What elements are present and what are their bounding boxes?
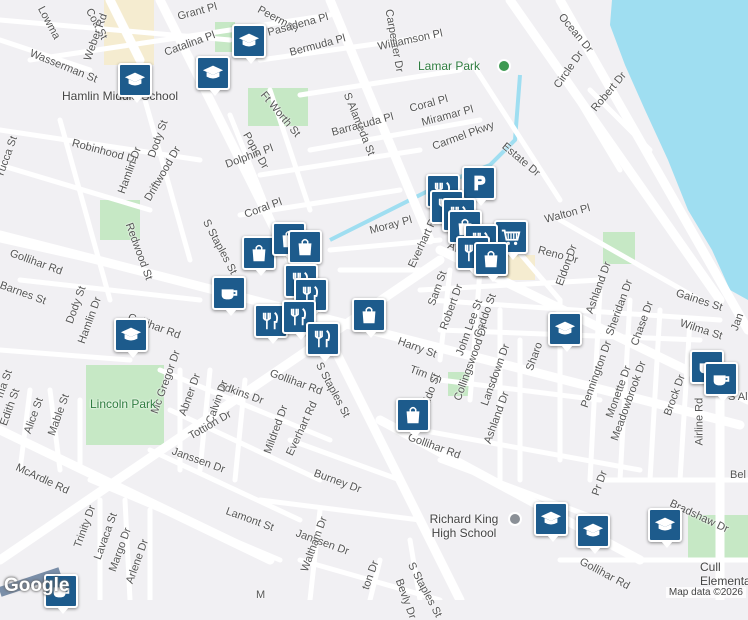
store-marker[interactable]	[242, 236, 276, 276]
school-icon	[582, 523, 604, 537]
school-icon	[202, 65, 224, 79]
cafe-marker[interactable]	[704, 362, 738, 402]
school-marker[interactable]	[534, 502, 568, 542]
coffee-cup-icon	[221, 289, 238, 300]
school-marker[interactable]	[232, 24, 266, 64]
restaurant-icon	[314, 330, 331, 348]
school-marker[interactable]	[576, 514, 610, 554]
school-marker[interactable]	[196, 56, 230, 96]
shopping-bag-icon	[406, 406, 420, 424]
school-icon	[554, 321, 576, 335]
school-icon	[120, 327, 142, 341]
shopping-bag-icon	[298, 238, 312, 256]
street-label: Airline Rd	[693, 397, 706, 446]
shopping-bag-icon	[362, 306, 376, 324]
store-marker[interactable]	[288, 230, 322, 270]
street-label: M	[256, 589, 266, 601]
street-label: Bel	[730, 469, 746, 481]
park-marker-icon[interactable]	[497, 59, 511, 73]
store-marker[interactable]	[352, 298, 386, 338]
school-label[interactable]: Cull Elementar	[700, 560, 748, 588]
park-label[interactable]: Lincoln Park	[90, 398, 156, 410]
store-marker[interactable]	[396, 398, 430, 438]
restaurant-marker[interactable]	[306, 322, 340, 362]
school-marker[interactable]	[114, 318, 148, 358]
school-marker[interactable]	[548, 312, 582, 352]
shopping-bag-icon	[484, 250, 498, 268]
school-marker-icon[interactable]	[508, 512, 522, 526]
school-icon	[654, 517, 676, 531]
coffee-cup-icon	[713, 375, 730, 386]
shopping-bag-icon	[252, 244, 266, 262]
school-icon	[238, 33, 260, 47]
google-logo[interactable]: Google	[4, 575, 69, 597]
map-canvas[interactable]: Lowma Cott St Peerman Grant Pl Carpenter…	[0, 0, 748, 620]
restaurant-icon	[262, 312, 279, 330]
bar-marker[interactable]	[462, 166, 496, 206]
park-label[interactable]: Lamar Park	[418, 60, 480, 72]
school-icon	[540, 511, 562, 525]
school-icon	[124, 72, 146, 86]
cafe-marker[interactable]	[212, 276, 246, 316]
map-data-attribution[interactable]: Map data ©2026	[665, 587, 746, 598]
store-marker[interactable]	[474, 242, 508, 282]
school-marker[interactable]	[648, 508, 682, 548]
school-label[interactable]: Richard King High School	[422, 512, 506, 540]
bar-icon	[474, 175, 486, 191]
school-marker[interactable]	[118, 63, 152, 103]
